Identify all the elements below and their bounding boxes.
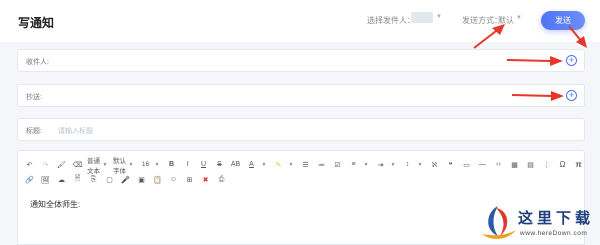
code-block-icon[interactable]: ▭ [460, 158, 473, 171]
font-color-icon[interactable]: A [245, 158, 258, 171]
attachment-icon[interactable]: ⎘ [87, 173, 100, 186]
clipboard-icon[interactable]: 📋 [151, 173, 164, 186]
indent-chevron-down-icon[interactable]: ▼ [390, 158, 396, 171]
paragraph-chevron-down-icon[interactable]: ▼ [102, 158, 108, 171]
subject-field[interactable]: 标题: 请输入标题 [17, 118, 585, 141]
format-painter-icon[interactable]: 🖌 [55, 158, 68, 171]
cloud-icon[interactable]: ☁ [55, 173, 68, 186]
numbered-list-icon[interactable]: ≔ [315, 158, 328, 171]
font-family-select[interactable]: 默认字体 [113, 158, 126, 175]
special-chars-icon[interactable]: Ω [556, 158, 569, 171]
column-icon[interactable]: ⋮ [540, 158, 553, 171]
clear-format-icon[interactable]: ℵ [428, 158, 441, 171]
annotation-arrow-recipient [506, 56, 563, 66]
table-icon[interactable]: ▦ [508, 158, 521, 171]
file-icon[interactable]: 🗎 [71, 173, 84, 186]
grid-icon[interactable]: ▤ [524, 158, 537, 171]
add-recipient-plus-icon[interactable]: + [566, 55, 577, 66]
recipient-field[interactable]: 收件人: + [17, 49, 585, 72]
highlight-icon[interactable]: ✎ [272, 158, 285, 171]
editor-toolbar-row-1: ↶ ↷ 🖌 ⌫ 普通文本 ▼ 默认字体 ▼ 16 ▼ B I U S AB A … [23, 158, 588, 175]
editor-toolbar-row-2: 🔗 🖼 ☁ 🗎 ⎘ ▢ 🎤 ▣ 📋 ☺ ⊞ ✖ ⎙ [23, 173, 231, 186]
calendar-icon[interactable]: ▣ [135, 173, 148, 186]
line-height-icon[interactable]: ↕ [401, 158, 414, 171]
preview-icon[interactable]: ⎙ [215, 173, 228, 186]
annotation-arrow-send-method [473, 24, 505, 49]
link-icon[interactable]: 🔗 [23, 173, 36, 186]
site-watermark: 这里下载 www.hereDown.com [478, 202, 600, 245]
sender-chevron-down-icon[interactable]: ▼ [436, 14, 442, 20]
italic-icon[interactable]: I [181, 158, 194, 171]
map-icon[interactable]: ⊞ [183, 173, 196, 186]
font-size-chevron-down-icon[interactable]: ▼ [154, 158, 160, 171]
image-icon[interactable]: 🖼 [39, 173, 52, 186]
microphone-icon[interactable]: 🎤 [119, 173, 132, 186]
bold-icon[interactable]: B [165, 158, 178, 171]
subject-input[interactable]: 请输入标题 [58, 126, 93, 136]
quote-icon[interactable]: ❝ [444, 158, 457, 171]
paragraph-format-select[interactable]: 普通文本 [87, 158, 100, 175]
header-bar: 写通知 选择发件人： ▼ 发送方式： 默认 ▼ 发送 [0, 0, 600, 42]
editor-content[interactable]: 通知全体师生: [30, 199, 80, 210]
highlight-chevron-down-icon[interactable]: ▼ [288, 158, 294, 171]
delete-icon[interactable]: ✖ [199, 173, 212, 186]
watermark-title: 这里下载 [518, 209, 595, 227]
sender-label: 选择发件人： [367, 16, 415, 25]
eraser-icon[interactable]: ⌫ [71, 158, 84, 171]
annotation-arrow-cc [511, 91, 564, 101]
video-icon[interactable]: ▢ [103, 173, 116, 186]
send-method-chevron-down-icon[interactable]: ▼ [516, 15, 522, 21]
cc-label: 抄送: [26, 94, 42, 101]
font-color-chevron-down-icon[interactable]: ▼ [261, 158, 267, 171]
font-family-chevron-down-icon[interactable]: ▼ [128, 158, 134, 171]
letter-spacing-icon[interactable]: AB [229, 158, 242, 171]
cc-field[interactable]: 抄送: + [17, 84, 585, 107]
indent-icon[interactable]: ⇥ [374, 158, 387, 171]
strikethrough-icon[interactable]: S [213, 158, 226, 171]
page-title: 写通知 [18, 16, 55, 30]
align-icon[interactable]: ≡ [347, 158, 360, 171]
emoji-icon[interactable]: ☺ [167, 173, 180, 186]
recipient-label: 收件人: [26, 59, 49, 66]
underline-icon[interactable]: U [197, 158, 210, 171]
html-icon[interactable]: ‹› [492, 158, 505, 171]
watermark-logo-icon [482, 206, 516, 239]
sender-select[interactable] [411, 12, 433, 23]
redo-icon[interactable]: ↷ [39, 158, 52, 171]
checklist-icon[interactable]: ☑ [331, 158, 344, 171]
line-height-chevron-down-icon[interactable]: ▼ [417, 158, 423, 171]
font-size-select[interactable]: 16 [139, 158, 152, 171]
annotation-arrow-send-button [568, 25, 587, 48]
subject-label: 标题: [26, 128, 42, 135]
horizontal-rule-icon[interactable]: — [476, 158, 489, 171]
align-chevron-down-icon[interactable]: ▼ [363, 158, 369, 171]
add-cc-plus-icon[interactable]: + [566, 90, 577, 101]
bullet-list-icon[interactable]: ☰ [299, 158, 312, 171]
undo-icon[interactable]: ↶ [23, 158, 36, 171]
watermark-url: www.hereDown.com [520, 230, 588, 237]
formula-icon[interactable]: π [572, 158, 585, 171]
